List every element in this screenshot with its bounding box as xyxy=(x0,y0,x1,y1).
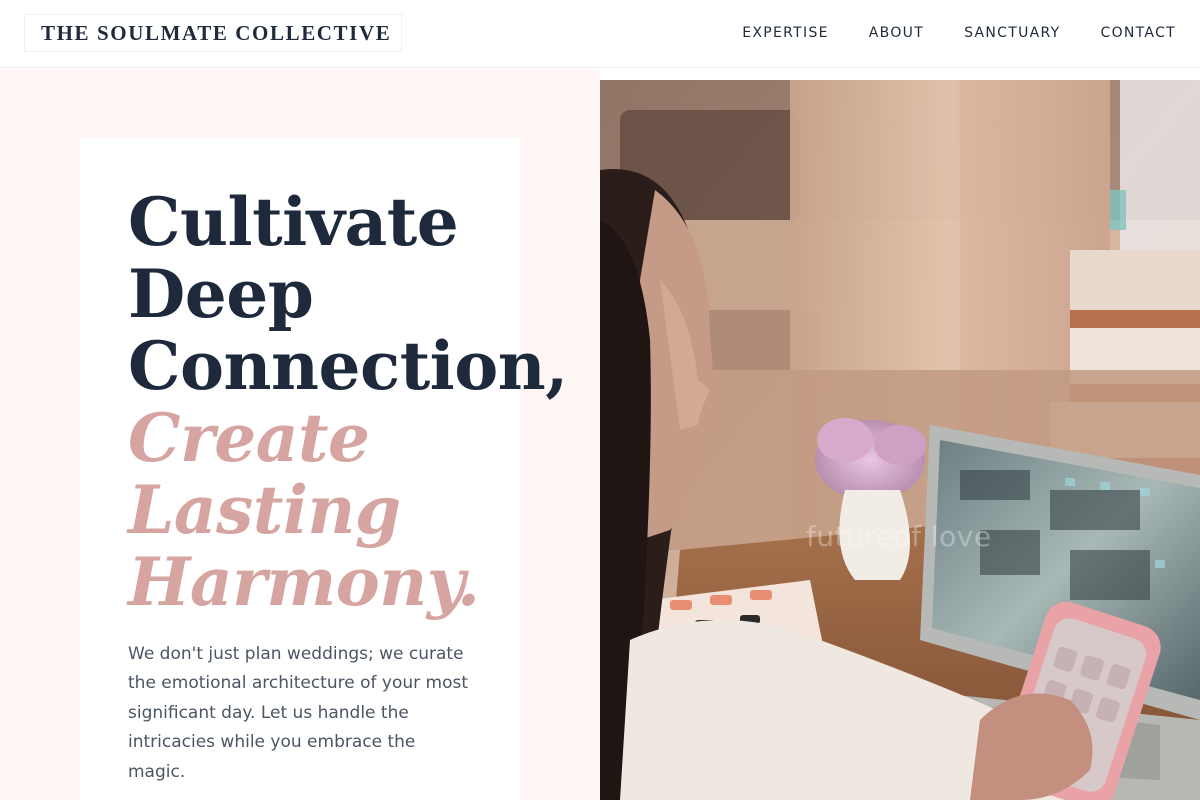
headline-line: Connection, xyxy=(128,327,568,405)
hero-description: We don't just plan weddings; we curate t… xyxy=(128,644,468,782)
image-watermark: futureof love xyxy=(806,520,992,553)
headline-accent-line: Harmony. xyxy=(128,543,480,621)
nav-item-expertise[interactable]: EXPERTISE xyxy=(742,25,829,41)
hero-headline: Cultivate Deep Connection, Create Lastin… xyxy=(128,186,598,618)
headline-accent-line: Lasting xyxy=(128,471,401,549)
hero-image: futureof love xyxy=(600,80,1200,800)
site-header: THE SOULMATE COLLECTIVE EXPERTISE ABOUT … xyxy=(0,0,1200,68)
nav-item-about[interactable]: ABOUT xyxy=(869,25,924,41)
headline-line: Deep xyxy=(128,255,314,333)
main-nav: EXPERTISE ABOUT SANCTUARY CONTACT xyxy=(742,0,1176,66)
nav-item-contact[interactable]: CONTACT xyxy=(1101,25,1177,41)
headline-accent-line: Create xyxy=(128,399,370,477)
logo[interactable]: THE SOULMATE COLLECTIVE xyxy=(24,14,402,52)
headline-line: Cultivate xyxy=(128,183,459,261)
nav-item-sanctuary[interactable]: SANCTUARY xyxy=(964,25,1060,41)
brand-name[interactable]: THE SOULMATE COLLECTIVE xyxy=(41,21,391,46)
